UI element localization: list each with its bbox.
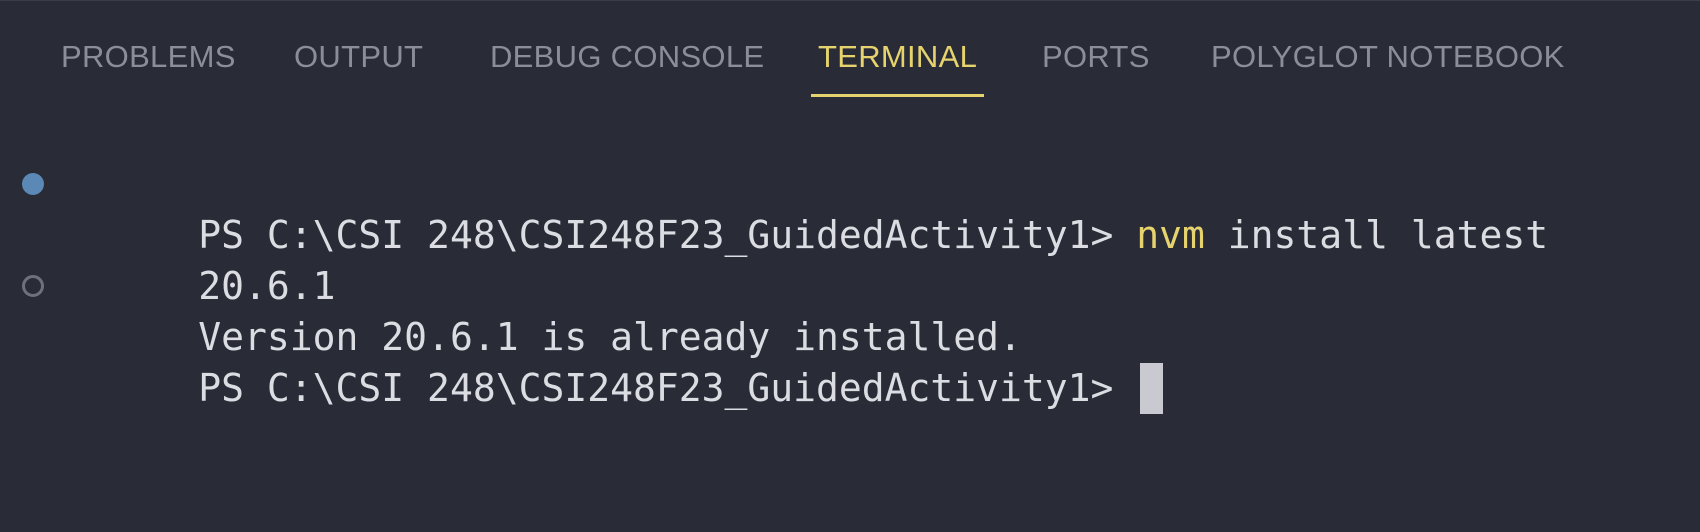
terminal-output[interactable]: PS C:\CSI 248\CSI248F23_GuidedActivity1>… xyxy=(0,159,1700,414)
terminal-line-output: Version 20.6.1 is already installed. xyxy=(0,261,1700,359)
command-success-decoration-icon[interactable] xyxy=(22,173,44,195)
terminal-line-prompt: PS C:\CSI 248\CSI248F23_GuidedActivity1> xyxy=(0,312,1700,414)
tab-debug-console[interactable]: DEBUG CONSOLE xyxy=(483,33,771,97)
tab-output[interactable]: OUTPUT xyxy=(287,33,430,97)
prompt-text: PS C:\CSI 248\CSI248F23_GuidedActivity1> xyxy=(198,366,1137,410)
terminal-line-output: 20.6.1 xyxy=(0,210,1700,308)
tab-problems[interactable]: PROBLEMS xyxy=(54,33,243,97)
panel-tab-bar: PROBLEMS OUTPUT DEBUG CONSOLE TERMINAL P… xyxy=(0,1,1700,97)
tab-ports[interactable]: PORTS xyxy=(1035,33,1157,97)
command-default-decoration-icon[interactable] xyxy=(22,275,44,297)
tab-terminal[interactable]: TERMINAL xyxy=(811,33,985,97)
tab-polyglot-notebook[interactable]: POLYGLOT NOTEBOOK xyxy=(1204,33,1572,97)
terminal-cursor xyxy=(1140,363,1164,414)
terminal-panel: PROBLEMS OUTPUT DEBUG CONSOLE TERMINAL P… xyxy=(0,0,1700,532)
terminal-line-command: PS C:\CSI 248\CSI248F23_GuidedActivity1>… xyxy=(0,159,1700,257)
